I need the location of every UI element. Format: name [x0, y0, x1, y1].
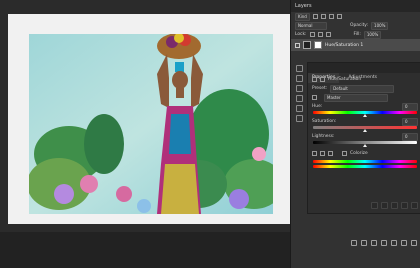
layers-filter-row: Kind: [291, 12, 420, 21]
paragraph-panel-icon[interactable]: [295, 95, 303, 102]
layer-mask-thumbnail[interactable]: [314, 41, 322, 49]
panels-dock: Layers Kind Normal Opacity: 100% Lock: F…: [290, 0, 420, 268]
layer-name[interactable]: Hue/Saturation 1: [325, 43, 363, 48]
delete-layer-icon[interactable]: [411, 240, 417, 246]
preset-label: Preset:: [312, 86, 328, 91]
lightness-value-input[interactable]: 0: [402, 132, 418, 141]
clip-to-layer-icon[interactable]: [371, 202, 378, 209]
channel-dropdown[interactable]: Master: [324, 93, 388, 102]
fill-label: Fill:: [353, 32, 361, 37]
brush-panel-icon[interactable]: [295, 75, 303, 82]
lightness-slider-knob[interactable]: [363, 144, 367, 147]
lock-image-icon[interactable]: [317, 32, 323, 37]
eyedropper-minus-icon[interactable]: [328, 151, 333, 156]
layers-tab[interactable]: Layers: [291, 0, 420, 12]
hue-value-input[interactable]: 0: [402, 102, 418, 111]
properties-tab-bar: Properties Adjustments: [308, 63, 420, 83]
visibility-toggle-icon[interactable]: [401, 202, 408, 209]
target-adjust-icon[interactable]: [312, 95, 317, 100]
adjustment-filter-icon[interactable]: [320, 14, 326, 19]
preset-dropdown[interactable]: Default: [330, 84, 395, 93]
lightness-label: Lightness:: [312, 134, 335, 139]
eyedropper-plus-icon[interactable]: [320, 151, 325, 156]
layers-footer: [291, 238, 420, 248]
kind-filter-dropdown[interactable]: Kind: [295, 12, 310, 21]
add-mask-icon[interactable]: [371, 240, 377, 246]
properties-footer: [371, 202, 418, 209]
photo-artwork: [29, 34, 273, 214]
history-panel-icon[interactable]: [295, 65, 303, 72]
saturation-slider-knob[interactable]: [363, 129, 367, 132]
fill-input[interactable]: 100%: [363, 30, 382, 39]
document-image: [29, 34, 273, 214]
pixel-filter-icon[interactable]: [312, 14, 318, 19]
output-color-bar: [313, 165, 417, 168]
mask-icon[interactable]: [320, 77, 325, 82]
lightness-label-row: Lightness: 0: [308, 132, 420, 141]
type-filter-icon[interactable]: [328, 14, 334, 19]
preset-row: Preset: Default: [308, 84, 420, 93]
hue-slider-knob[interactable]: [363, 114, 367, 117]
new-layer-icon[interactable]: [401, 240, 407, 246]
info-panel-icon[interactable]: [295, 105, 303, 112]
colorize-checkbox[interactable]: [342, 151, 347, 156]
new-group-icon[interactable]: [391, 240, 397, 246]
new-adjustment-icon[interactable]: [381, 240, 387, 246]
panel-icon-column: [293, 62, 305, 142]
saturation-slider[interactable]: [313, 126, 417, 132]
hue-saturation-icon: [312, 77, 317, 82]
properties-panel: Properties Adjustments Hue/Saturation Pr…: [307, 62, 420, 214]
visibility-eye-icon[interactable]: [295, 42, 300, 48]
lightness-slider[interactable]: [313, 141, 417, 147]
layer-row-selected[interactable]: Hue/Saturation 1: [291, 39, 420, 51]
shape-filter-icon[interactable]: [336, 14, 342, 19]
opacity-input[interactable]: 100%: [371, 21, 389, 30]
color-range-bars: [313, 160, 417, 168]
delete-adjustment-icon[interactable]: [411, 202, 418, 209]
hue-label: Hue:: [312, 104, 323, 109]
view-previous-icon[interactable]: [381, 202, 388, 209]
channel-row: Master: [308, 93, 420, 102]
colorize-row: Colorize: [308, 149, 420, 158]
opacity-label: Opacity:: [350, 23, 369, 28]
hue-slider[interactable]: [313, 111, 417, 117]
saturation-label-row: Saturation: 0: [308, 117, 420, 126]
lock-label: Lock:: [295, 32, 307, 37]
properties-title: Hue/Saturation: [328, 77, 362, 82]
swatches-panel-icon[interactable]: [295, 115, 303, 122]
blend-mode-dropdown[interactable]: Normal: [295, 21, 327, 30]
lock-position-icon[interactable]: [325, 32, 331, 37]
input-color-bar: [313, 160, 417, 163]
reset-icon[interactable]: [391, 202, 398, 209]
colorize-label: Colorize: [350, 151, 368, 156]
character-panel-icon[interactable]: [295, 85, 303, 92]
saturation-label: Saturation:: [312, 119, 337, 124]
layer-style-icon[interactable]: [361, 240, 367, 246]
saturation-value-input[interactable]: 0: [402, 117, 418, 126]
lock-transparent-icon[interactable]: [309, 32, 315, 37]
adjustment-layer-icon: [303, 41, 311, 49]
blend-opacity-row: Normal Opacity: 100%: [291, 21, 420, 30]
lock-fill-row: Lock: Fill: 100%: [291, 30, 420, 39]
hue-label-row: Hue: 0: [308, 102, 420, 111]
link-layers-icon[interactable]: [351, 240, 357, 246]
eyedropper-icon[interactable]: [312, 151, 317, 156]
